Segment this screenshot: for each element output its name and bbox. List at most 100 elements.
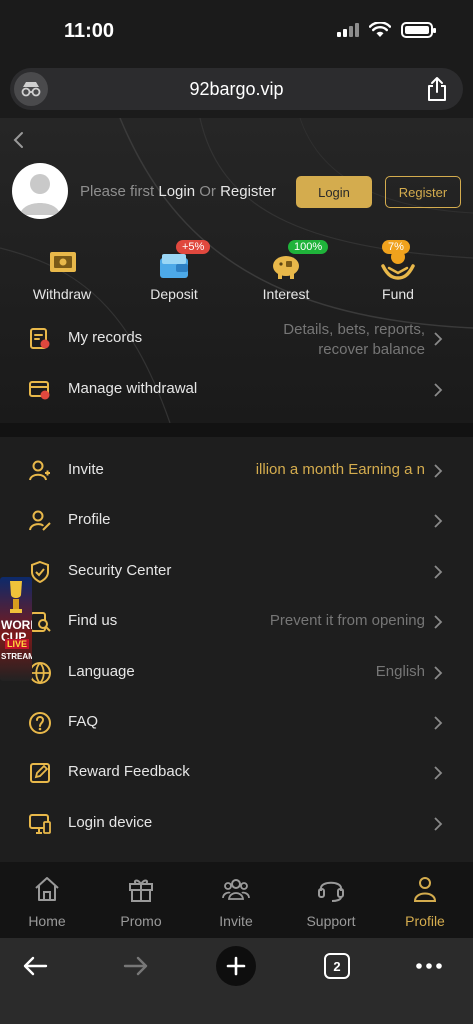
settings-menu: Invite illion a month Earning a n Profil…	[0, 437, 473, 862]
menu-item-invite[interactable]: Invite illion a month Earning a n	[0, 447, 473, 497]
row-label: Login device	[68, 814, 153, 831]
person-icon	[413, 877, 437, 902]
nav-label: Support	[306, 913, 356, 929]
card-gear-icon	[29, 381, 50, 400]
chevron-right-icon	[434, 464, 443, 478]
records-hint-line1: Details, bets, reports,	[283, 321, 425, 338]
battery-icon	[401, 22, 436, 38]
register-button[interactable]: Register	[385, 176, 461, 208]
nav-invite[interactable]: Invite	[196, 874, 276, 929]
row-value: Details, bets, reports, recover balance	[283, 320, 425, 360]
quick-action-withdraw[interactable]: Withdraw	[16, 246, 108, 302]
nav-promo[interactable]: Promo	[101, 874, 181, 929]
profile-header: Please first Login Or Register Login Reg…	[0, 118, 473, 423]
interest-badge: 100%	[288, 240, 329, 254]
more-menu-button[interactable]	[409, 946, 449, 986]
login-prompt: Please first Login Or Register	[80, 183, 276, 200]
browser-forward-button[interactable]	[116, 946, 156, 986]
url-text[interactable]: 92bargo.vip	[10, 79, 463, 100]
chevron-right-icon	[434, 666, 443, 680]
row-label: Language	[68, 663, 135, 680]
row-label: Profile	[68, 511, 111, 528]
row-label: My records	[68, 329, 143, 346]
tab-count: 2	[324, 953, 350, 979]
menu-item-language[interactable]: Language English	[0, 649, 473, 699]
records-hint-line2: recover balance	[318, 341, 425, 358]
menu-item-profile[interactable]: Profile	[0, 497, 473, 547]
gift-icon	[129, 879, 153, 902]
records-icon	[30, 328, 50, 349]
status-icons	[337, 22, 436, 38]
row-label: Reward Feedback	[68, 763, 190, 780]
promo-live: LIVE	[5, 639, 30, 649]
row-label: Invite	[68, 461, 104, 478]
row-label: Security Center	[68, 562, 172, 579]
address-bar[interactable]: 92bargo.vip	[10, 68, 463, 110]
manage-withdrawal-row[interactable]: Manage withdrawal	[0, 366, 473, 414]
menu-item-reward-feedback[interactable]: Reward Feedback	[0, 749, 473, 799]
menu-item-faq[interactable]: FAQ	[0, 699, 473, 749]
wifi-icon	[369, 22, 391, 37]
browser-back-button[interactable]	[15, 946, 55, 986]
nav-home[interactable]: Home	[7, 874, 87, 929]
chevron-right-icon	[434, 332, 443, 346]
browser-toolbar: 2	[0, 938, 473, 1024]
back-chevron-icon[interactable]	[12, 131, 26, 149]
menu-item-login-device[interactable]: Login device	[0, 800, 473, 850]
row-label: FAQ	[68, 713, 99, 730]
fund-badge: 7%	[382, 240, 410, 254]
trophy-icon	[10, 581, 22, 613]
menu-item-security-center[interactable]: Security Center	[0, 548, 473, 598]
quick-action-deposit[interactable]: +5% Deposit	[128, 240, 220, 302]
nav-profile[interactable]: Profile	[385, 874, 465, 929]
more-dots-icon	[416, 963, 442, 969]
invite-marquee: illion a month Earning a n	[255, 461, 425, 478]
prompt-login-link[interactable]: Login	[158, 183, 195, 200]
quick-action-label: Withdraw	[32, 286, 92, 302]
deposit-badge: +5%	[176, 240, 211, 254]
group-icon	[222, 879, 250, 900]
world-cup-promo-banner[interactable]: WORLD CUP LIVE STREAM	[0, 577, 32, 681]
quick-action-interest[interactable]: 100% Interest	[240, 240, 332, 302]
chevron-right-icon	[434, 514, 443, 528]
chevron-right-icon	[434, 716, 443, 730]
signal-icon	[337, 23, 359, 37]
device-icon	[29, 814, 51, 834]
ticket-icon	[50, 252, 76, 272]
promo-stream: STREAM	[1, 652, 32, 661]
new-tab-button[interactable]	[216, 946, 256, 986]
arrow-left-icon	[23, 956, 48, 976]
nav-label: Home	[28, 913, 66, 929]
edit-box-icon	[30, 763, 50, 783]
default-avatar-icon	[20, 174, 60, 215]
nav-label: Invite	[219, 913, 253, 929]
my-records-row[interactable]: My records Details, bets, reports, recov…	[0, 315, 473, 363]
row-value: English	[375, 663, 425, 680]
question-icon	[29, 712, 51, 734]
menu-item-find-us[interactable]: Find us Prevent it from opening	[0, 598, 473, 648]
status-time: 11:00	[64, 20, 115, 42]
invite-user-icon	[29, 460, 50, 481]
row-value: Prevent it from opening	[269, 612, 425, 629]
chevron-right-icon	[434, 615, 443, 629]
quick-action-fund[interactable]: 7% Fund	[352, 240, 444, 302]
chevron-right-icon	[434, 817, 443, 831]
row-label: Manage withdrawal	[68, 380, 198, 397]
tabs-button[interactable]: 2	[317, 946, 357, 986]
prompt-register-link[interactable]: Register	[220, 183, 276, 200]
nav-label: Promo	[120, 913, 162, 929]
prompt-prefix: Please first	[80, 183, 159, 200]
nav-support[interactable]: Support	[291, 874, 371, 929]
quick-action-label: Deposit	[150, 286, 198, 302]
quick-action-label: Interest	[262, 286, 310, 302]
home-icon	[35, 877, 59, 901]
avatar[interactable]	[12, 163, 68, 219]
bottom-navigation: Home Promo Invite Support Profile	[0, 862, 473, 938]
arrow-right-icon	[123, 956, 148, 976]
prompt-or: Or	[195, 183, 221, 200]
chevron-right-icon	[434, 766, 443, 780]
section-divider	[0, 423, 473, 437]
row-label: Find us	[68, 612, 118, 629]
login-button[interactable]: Login	[296, 176, 372, 208]
share-icon[interactable]	[425, 76, 449, 102]
